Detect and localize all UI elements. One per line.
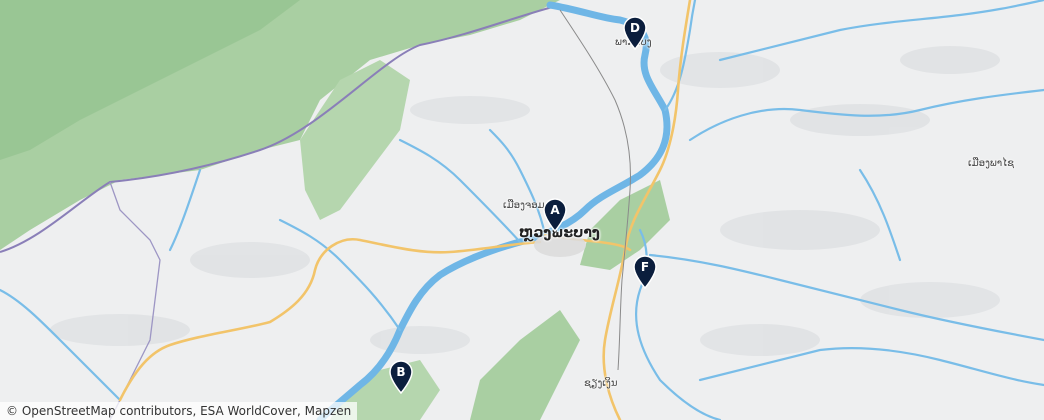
city-label-near-a: ເມືອງຈອມ: [503, 200, 545, 211]
marker-letter-a: A: [550, 203, 560, 217]
marker-letter-f: F: [640, 260, 650, 274]
map-attribution[interactable]: © OpenStreetMap contributors, ESA WorldC…: [0, 402, 358, 420]
map-marker-a[interactable]: A: [541, 198, 569, 232]
map-marker-d[interactable]: D: [621, 16, 649, 50]
map-canvas[interactable]: ຫຼວງພະບາງ ເມືອງຈອມ ພາກແບງ ເມືອງພາໄຊ ຊຽງເ…: [0, 0, 1044, 420]
marker-letter-d: D: [630, 21, 640, 35]
map-marker-b[interactable]: B: [387, 360, 415, 394]
city-label-south: ຊຽງເງິນ: [584, 378, 618, 389]
marker-letter-b: B: [396, 365, 406, 379]
map-marker-f[interactable]: F: [631, 255, 659, 289]
city-label-east: ເມືອງພາໄຊ: [968, 158, 1014, 169]
